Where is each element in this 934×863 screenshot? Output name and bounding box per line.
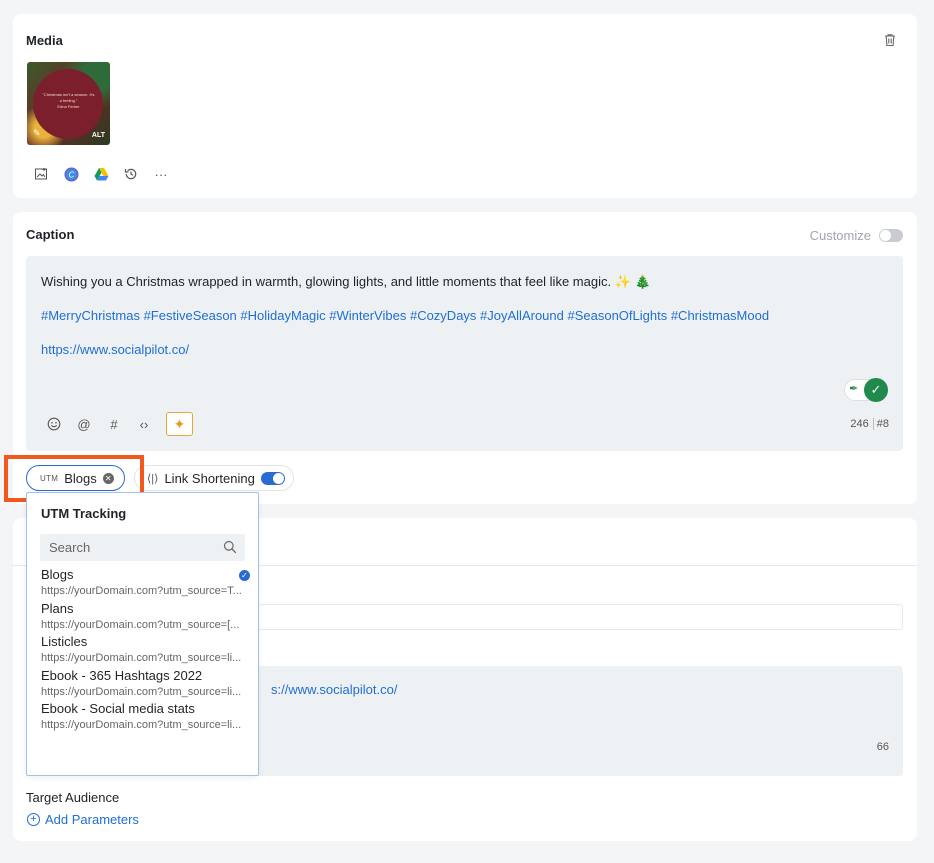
- mention-icon[interactable]: @: [76, 416, 92, 432]
- utm-item-url: https://yourDomain.com?utm_source=[...: [41, 618, 240, 631]
- add-parameters-button[interactable]: + Add Parameters: [27, 812, 139, 827]
- secondary-char-count: 66: [876, 741, 889, 753]
- hashtag-count: #8: [872, 418, 889, 430]
- utm-dropdown: UTM Tracking Blogs https://yourDomain.co…: [26, 492, 259, 776]
- ai-sparkle-button[interactable]: ✦: [166, 412, 193, 436]
- plus-circle-icon: +: [27, 813, 40, 826]
- target-audience-label: Target Audience: [26, 790, 120, 805]
- text-field[interactable]: [248, 604, 903, 630]
- utm-list-item[interactable]: Listicles https://yourDomain.com?utm_sou…: [41, 634, 249, 668]
- char-count: 246: [850, 418, 869, 430]
- caption-title: Caption: [26, 227, 75, 242]
- caption-text[interactable]: Wishing you a Christmas wrapped in warmt…: [41, 274, 651, 290]
- utm-item-name: Listicles: [41, 634, 88, 649]
- customize-label: Customize: [809, 228, 871, 243]
- pencil-icon[interactable]: ✎: [33, 128, 41, 139]
- alt-badge[interactable]: ALT: [92, 132, 105, 139]
- hashtag-icon[interactable]: #: [106, 416, 122, 432]
- code-icon[interactable]: ‹›: [136, 416, 152, 432]
- close-icon[interactable]: ✕: [102, 472, 114, 484]
- trash-icon[interactable]: [883, 33, 897, 47]
- emoji-icon[interactable]: [46, 416, 62, 432]
- history-icon[interactable]: [123, 166, 139, 182]
- add-parameters-label: Add Parameters: [45, 812, 139, 827]
- editor-toolbar: @ # ‹› ✦: [46, 412, 193, 436]
- utm-list-item[interactable]: Ebook - Social media stats https://yourD…: [41, 701, 249, 735]
- caption-editor[interactable]: Wishing you a Christmas wrapped in warmt…: [26, 256, 903, 451]
- utm-dropdown-title: UTM Tracking: [41, 506, 127, 521]
- customize-toggle[interactable]: Customize: [810, 228, 903, 243]
- caption-hashtags[interactable]: #MerryChristmas #FestiveSeason #HolidayM…: [41, 308, 769, 323]
- utm-item-name: Blogs: [41, 567, 74, 582]
- media-card: Media "Christmas isn't a season. It's a …: [13, 14, 917, 198]
- utm-search-input[interactable]: [40, 534, 245, 561]
- search-icon: [223, 540, 237, 554]
- more-icon[interactable]: ···: [153, 166, 169, 182]
- utm-item-url: https://yourDomain.com?utm_source=li...: [41, 719, 242, 731]
- caption-card: Caption Customize Wishing you a Christma…: [13, 212, 917, 504]
- image-icon[interactable]: [33, 166, 49, 182]
- utm-item-name: Plans: [41, 600, 74, 616]
- utm-item-url: https://yourDomain.com?utm_source=li...: [41, 685, 242, 698]
- utm-item-name: Ebook - 365 Hashtags 2022: [41, 667, 203, 683]
- drive-icon[interactable]: [93, 166, 109, 182]
- leaf-icon: ✒: [849, 383, 859, 395]
- grammar-check-button[interactable]: ✒ ✓: [844, 378, 888, 402]
- utm-list: Blogs https://yourDomain.com?utm_source=…: [41, 567, 250, 735]
- secondary-link[interactable]: s://www.socialpilot.co/: [271, 682, 397, 697]
- utm-chip-label: Blogs: [64, 470, 97, 486]
- link-shortening-label: Link Shortening: [164, 470, 255, 486]
- utm-item-url: https://yourDomain.com?utm_source=li...: [41, 652, 242, 664]
- customize-switch[interactable]: [879, 229, 903, 242]
- link-shortening-icon: ⟨|⟩: [147, 472, 159, 485]
- link-shortening-control[interactable]: ⟨|⟩ Link Shortening: [134, 465, 294, 491]
- thumbnail-quote: "Christmas isn't a season. It's a feelin…: [42, 92, 95, 109]
- utm-item-url: https://yourDomain.com?utm_source=T...: [41, 585, 242, 597]
- utm-icon: UTM: [40, 473, 59, 483]
- svg-text:C: C: [68, 170, 74, 179]
- media-title: Media: [26, 33, 63, 48]
- utm-list-item[interactable]: Plans https://yourDomain.com?utm_source=…: [41, 601, 249, 635]
- utm-list-item[interactable]: Ebook - 365 Hashtags 2022 https://yourDo…: [41, 668, 249, 702]
- utm-item-name: Ebook - Social media stats: [41, 701, 195, 716]
- media-toolbar: C ···: [33, 166, 169, 182]
- link-shortening-switch[interactable]: [260, 471, 285, 485]
- canva-icon[interactable]: C: [63, 166, 79, 182]
- utm-list-item[interactable]: Blogs https://yourDomain.com?utm_source=…: [41, 567, 250, 601]
- caption-link[interactable]: https://www.socialpilot.co/: [41, 342, 189, 357]
- utm-chip[interactable]: UTM Blogs ✕: [26, 465, 125, 491]
- check-circle-icon: ✓: [239, 570, 250, 581]
- check-icon: ✓: [864, 378, 888, 402]
- caption-counter: 246 #8: [850, 418, 889, 430]
- media-thumbnail[interactable]: "Christmas isn't a season. It's a feelin…: [27, 62, 110, 145]
